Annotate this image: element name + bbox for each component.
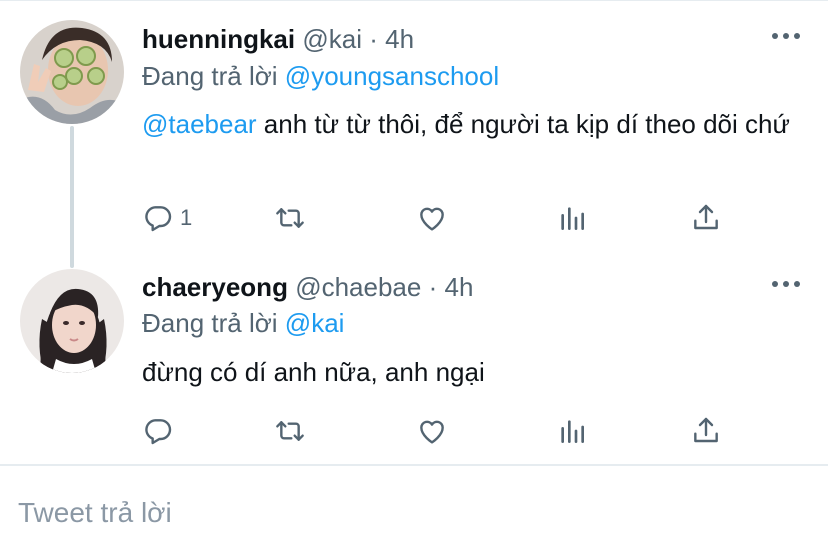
reply-count: 1 bbox=[180, 205, 193, 230]
reply-button[interactable]: 1 bbox=[142, 201, 192, 235]
display-name[interactable]: chaeryeong bbox=[142, 272, 288, 302]
share-icon bbox=[694, 204, 718, 230]
action-bar: 1 bbox=[142, 201, 742, 237]
like-button[interactable] bbox=[416, 414, 448, 448]
tweet-body-text: anh từ từ thôi, để người ta kịp dí theo … bbox=[256, 109, 790, 139]
replying-to: Đang trả lời @kai bbox=[142, 306, 344, 340]
timestamp[interactable]: 4h bbox=[444, 272, 473, 302]
like-icon bbox=[420, 207, 444, 231]
tweet-thread: huenningkai @kai · 4h Đang trả lời @youn… bbox=[0, 0, 828, 552]
analytics-button[interactable] bbox=[556, 414, 588, 448]
tweet-text: @taebear anh từ từ thôi, để người ta kịp… bbox=[142, 105, 802, 143]
retweet-icon bbox=[276, 421, 304, 441]
replying-to-link[interactable]: @kai bbox=[285, 308, 345, 338]
avatar-photo bbox=[20, 269, 124, 373]
separator: · bbox=[369, 24, 378, 54]
like-icon bbox=[420, 420, 444, 444]
tweet-body-text: đừng có dí anh nữa, anh ngại bbox=[142, 357, 485, 387]
avatar[interactable] bbox=[20, 20, 124, 124]
analytics-button[interactable] bbox=[556, 201, 588, 235]
replying-prefix: Đang trả lời bbox=[142, 308, 278, 338]
analytics-icon bbox=[561, 420, 584, 443]
avatar-photo bbox=[20, 20, 124, 124]
retweet-button[interactable] bbox=[274, 201, 306, 235]
timestamp[interactable]: 4h bbox=[385, 24, 414, 54]
avatar[interactable] bbox=[20, 269, 124, 373]
retweet-button[interactable] bbox=[274, 414, 306, 448]
handle[interactable]: @chaebae bbox=[295, 272, 421, 302]
tweet-text: đừng có dí anh nữa, anh ngại bbox=[142, 353, 802, 391]
reply-icon bbox=[145, 206, 172, 232]
analytics-icon bbox=[561, 207, 584, 230]
action-bar bbox=[142, 414, 742, 450]
separator: · bbox=[428, 272, 438, 302]
share-button[interactable] bbox=[690, 414, 722, 448]
more-icon[interactable] bbox=[772, 33, 800, 43]
display-name[interactable]: huenningkai bbox=[142, 24, 295, 54]
reply-button[interactable] bbox=[142, 414, 180, 448]
like-button[interactable] bbox=[416, 201, 448, 235]
tweet-header: chaeryeong @chaebae · 4h bbox=[142, 270, 473, 304]
mention-link[interactable]: @taebear bbox=[142, 109, 257, 139]
retweet-icon bbox=[276, 208, 304, 228]
more-icon[interactable] bbox=[772, 281, 800, 291]
composer-divider bbox=[0, 464, 828, 466]
replying-prefix: Đang trả lời bbox=[142, 61, 278, 91]
share-button[interactable] bbox=[690, 201, 722, 235]
tweet[interactable]: chaeryeong @chaebae · 4h Đang trả lời @k… bbox=[0, 252, 828, 464]
tweet-header: huenningkai @kai · 4h bbox=[142, 22, 414, 56]
replying-to-link[interactable]: @youngsanschool bbox=[285, 61, 499, 91]
tweet[interactable]: huenningkai @kai · 4h Đang trả lời @youn… bbox=[0, 0, 828, 252]
replying-to: Đang trả lời @youngsanschool bbox=[142, 59, 499, 93]
share-icon bbox=[694, 417, 718, 443]
handle[interactable]: @kai bbox=[302, 24, 362, 54]
tweet-reply-input[interactable]: Tweet trả lời bbox=[18, 494, 172, 532]
reply-icon bbox=[145, 419, 172, 445]
